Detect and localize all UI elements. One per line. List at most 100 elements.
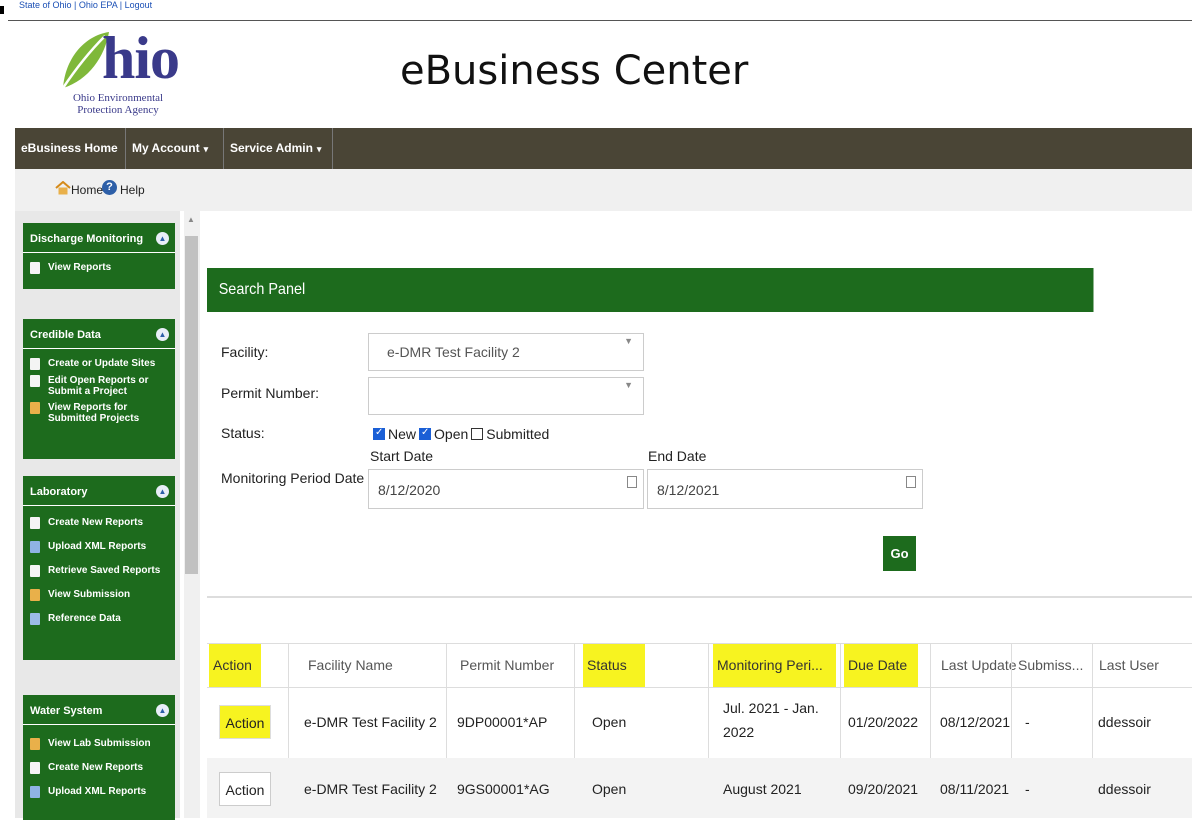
calendar-icon[interactable]	[906, 476, 916, 488]
facility-select[interactable]: e-DMR Test Facility 2 ▼	[368, 333, 644, 371]
permit-number-select[interactable]: ▼	[368, 377, 644, 415]
sidebar-item-reference-data[interactable]: Reference Data	[30, 613, 175, 625]
nav-ebusiness-home[interactable]: eBusiness Home	[15, 128, 126, 169]
sidebar-item-label: Upload XML Reports	[48, 541, 147, 552]
scroll-up-icon[interactable]: ▲	[187, 215, 195, 224]
col-header-action[interactable]: Action	[209, 643, 261, 687]
pencil-icon	[30, 358, 40, 370]
logo-line-1: Ohio Environmental	[72, 92, 164, 104]
sidebar-item-edit-open-reports[interactable]: Edit Open Reports or Submit a Project	[30, 375, 175, 397]
status-open-checkbox[interactable]	[419, 427, 432, 440]
sidebar-item-label: View Submission	[48, 589, 131, 600]
cell-status: Open	[592, 714, 627, 730]
row-action-button[interactable]: Action	[219, 772, 271, 806]
help-icon: ?	[102, 180, 117, 195]
cell-status: Open	[592, 781, 627, 797]
cell-submission: -	[1025, 714, 1030, 730]
col-header-facility-name[interactable]: Facility Name	[308, 643, 393, 687]
cell-last-update: 08/11/2021	[940, 781, 1010, 797]
end-date-label: End Date	[648, 448, 707, 464]
calendar-icon[interactable]	[627, 476, 637, 488]
search-panel-title: Search Panel	[207, 268, 1094, 312]
panel-title: Discharge Monitoring	[30, 233, 144, 245]
end-date-input[interactable]: 8/12/2021	[647, 469, 923, 509]
chevron-down-icon: ▾	[316, 144, 322, 154]
cell-last-user: ddessoir	[1098, 714, 1151, 730]
sidebar-item-create-update-sites[interactable]: Create or Update Sites	[30, 358, 175, 370]
col-header-due-date[interactable]: Due Date	[844, 643, 918, 687]
table-row[interactable]: Action e-DMR Test Facility 2 9GS00001*AG…	[207, 758, 1192, 818]
start-date-label: Start Date	[370, 448, 434, 464]
start-date-input[interactable]: 8/12/2020	[368, 469, 644, 509]
home-link[interactable]: Home	[71, 183, 103, 197]
sidebar-item-label: View Lab Submission	[48, 738, 151, 749]
cell-period-line: 2022	[723, 724, 755, 740]
facility-select-value: e-DMR Test Facility 2	[387, 344, 520, 360]
corner-mark	[0, 6, 4, 14]
panel-title: Water System	[30, 705, 103, 717]
col-header-submission[interactable]: Submiss...	[1018, 643, 1083, 687]
nav-service-admin[interactable]: Service Admin ▾	[224, 128, 333, 169]
status-new-label: New	[388, 426, 417, 442]
col-header-status[interactable]: Status	[583, 643, 645, 687]
home-icon	[55, 181, 71, 195]
row-action-button[interactable]: Action	[219, 705, 271, 739]
ohio-epa-link[interactable]: Ohio EPA	[79, 0, 117, 10]
status-open-label: Open	[434, 426, 469, 442]
sidebar-item-label: Retrieve Saved Reports	[48, 565, 161, 576]
folder-icon	[30, 402, 40, 414]
help-link[interactable]: Help	[120, 183, 145, 197]
document-icon	[30, 762, 40, 774]
cell-last-update: 08/12/2021	[940, 714, 1011, 730]
panel-header[interactable]: Credible Data ▲	[23, 319, 175, 349]
sidebar-item-view-reports-submitted[interactable]: View Reports for Submitted Projects	[30, 402, 175, 424]
status-new-checkbox[interactable]	[373, 427, 385, 440]
cell-period-line: Jul. 2021 - Jan.	[723, 700, 819, 716]
sidebar-item-create-new-reports[interactable]: Create New Reports	[30, 517, 175, 529]
panel-water-system: Water System ▲ View Lab Submission Create…	[23, 695, 175, 820]
col-header-last-update[interactable]: Last Update	[941, 643, 1017, 687]
sidebar-item-upload-xml[interactable]: Upload XML Reports	[30, 541, 175, 553]
nav-label: My Account	[132, 141, 200, 155]
collapse-icon[interactable]: ▲	[156, 328, 169, 341]
panel-header[interactable]: Laboratory ▲	[23, 476, 175, 506]
col-header-permit-number[interactable]: Permit Number	[460, 643, 554, 687]
cell-permit: 9DP00001*AP	[457, 714, 548, 730]
collapse-icon[interactable]: ▲	[156, 485, 169, 498]
upload-icon	[30, 541, 40, 553]
table-row[interactable]: Action e-DMR Test Facility 2 9DP00001*AP…	[207, 688, 1192, 757]
collapse-icon[interactable]: ▲	[156, 232, 169, 245]
logo-wordmark: hio	[102, 25, 180, 91]
collapse-icon[interactable]: ▲	[156, 704, 169, 717]
state-of-ohio-link[interactable]: State of Ohio	[19, 0, 72, 10]
panel-laboratory: Laboratory ▲ Create New Reports Upload XM…	[23, 476, 175, 660]
col-header-last-user[interactable]: Last User	[1099, 643, 1159, 687]
cell-facility: e-DMR Test Facility 2	[304, 781, 437, 797]
sidebar-item-upload-xml[interactable]: Upload XML Reports	[30, 786, 175, 798]
sidebar-item-label: Create New Reports	[48, 517, 144, 528]
sidebar-item-label: View Reports for Submitted Projects	[48, 402, 140, 424]
sidebar-item-label: View Reports	[48, 262, 112, 273]
sidebar-item-create-new-reports[interactable]: Create New Reports	[30, 762, 175, 774]
document-icon	[30, 517, 40, 529]
chevron-down-icon: ▼	[624, 380, 633, 390]
panel-title: Laboratory	[30, 486, 88, 498]
sidebar-item-view-lab-submission[interactable]: View Lab Submission	[30, 738, 175, 750]
col-header-monitoring-period[interactable]: Monitoring Peri...	[713, 643, 836, 687]
sidebar-item-label: Upload XML Reports	[48, 786, 147, 797]
sidebar-item-retrieve-saved[interactable]: Retrieve Saved Reports	[30, 565, 175, 577]
panel-header[interactable]: Water System ▲	[23, 695, 175, 725]
nav-my-account[interactable]: My Account ▾	[126, 128, 224, 169]
ohio-epa-logo[interactable]: hio Ohio Environmental Protection Agency	[55, 25, 180, 126]
logout-link[interactable]: Logout	[125, 0, 153, 10]
sidebar-item-view-reports[interactable]: View Reports	[30, 262, 175, 274]
status-submitted-checkbox[interactable]	[471, 428, 484, 440]
cell-last-user: ddessoir	[1098, 781, 1151, 797]
status-checkboxes: New Open Submitted	[370, 426, 549, 442]
sidebar-item-view-submission[interactable]: View Submission	[30, 589, 175, 601]
top-links: State of Ohio | Ohio EPA | Logout	[19, 0, 152, 10]
logo-line-2: Protection Agency	[77, 104, 159, 116]
go-button[interactable]: Go	[883, 536, 916, 571]
panel-header[interactable]: Discharge Monitoring ▲	[23, 223, 175, 253]
scrollbar-thumb[interactable]	[185, 236, 198, 574]
